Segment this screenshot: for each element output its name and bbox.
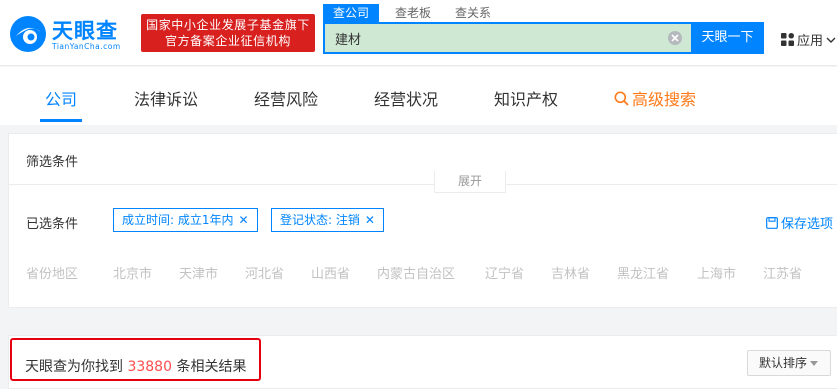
gov-badge-line2: 官方备案企业征信机构 [164, 34, 291, 48]
apps-grid-icon [781, 33, 794, 46]
search-input[interactable] [325, 24, 693, 52]
gov-badge-line1: 国家中小企业发展子基金旗下 [146, 18, 310, 32]
region-option[interactable]: 山西省 [311, 263, 350, 282]
region-option[interactable]: 辽宁省 [485, 263, 524, 282]
filter-panel: 筛选条件 已选条件 成立时间: 成立1年内 ✕ 登记状态: 注销 ✕ 保存选项 省份… [8, 133, 837, 308]
close-icon[interactable]: ✕ [239, 213, 249, 227]
expand-button[interactable]: 展开 [434, 171, 506, 193]
region-option[interactable]: 江苏省 [763, 263, 802, 282]
save-options-label: 保存选项 [781, 217, 834, 232]
close-icon[interactable]: ✕ [365, 213, 375, 227]
search-button[interactable]: 天眼一下 [691, 22, 764, 54]
category-nav: 公司 法律诉讼 经营风险 经营状况 知识产权 高级搜索 [0, 67, 837, 125]
clear-icon[interactable] [668, 31, 682, 45]
search-icon [614, 91, 629, 106]
region-option[interactable]: 上海市 [697, 263, 736, 282]
region-option[interactable]: 内蒙古自治区 [377, 263, 455, 282]
nav-advanced-search[interactable]: 高级搜索 [614, 86, 696, 110]
region-option[interactable]: 北京市 [113, 263, 152, 282]
region-option[interactable]: 河北省 [245, 263, 284, 282]
tab-relation[interactable]: 查关系 [447, 4, 499, 22]
advanced-search-label: 高级搜索 [632, 90, 697, 109]
chosen-conditions-label: 已选条件 [26, 217, 79, 232]
apps-menu[interactable]: 应用 [781, 30, 836, 49]
tab-boss[interactable]: 查老板 [387, 4, 439, 22]
sort-dropdown[interactable]: 默认排序 [747, 350, 831, 376]
nav-ip[interactable]: 知识产权 [494, 86, 558, 110]
search-tabs: 查公司 查老板 查关系 [323, 4, 507, 22]
nav-company[interactable]: 公司 [45, 86, 77, 110]
save-icon [766, 216, 778, 229]
filter-chip-founding-time[interactable]: 成立时间: 成立1年内 ✕ [113, 208, 258, 232]
save-options-link[interactable]: 保存选项 [766, 213, 833, 232]
caret-down-icon [810, 361, 819, 366]
nav-active-underline [40, 119, 82, 122]
highlight-frame [10, 338, 261, 381]
region-option[interactable]: 天津市 [179, 263, 218, 282]
apps-label: 应用 [797, 34, 824, 49]
top-bar: 天眼查 TianYanCha.com 国家中小企业发展子基金旗下 官方备案企业征… [0, 0, 837, 66]
nav-litigation[interactable]: 法律诉讼 [134, 86, 198, 110]
filter-chip-registration-status[interactable]: 登记状态: 注销 ✕ [271, 208, 384, 232]
search-box: 天眼一下 [323, 22, 764, 54]
chip-label: 登记状态: 注销 [280, 213, 360, 227]
logo-text: 天眼查 [52, 19, 118, 43]
logo-domain: TianYanCha.com [52, 42, 121, 51]
logo[interactable]: 天眼查 TianYanCha.com [8, 12, 136, 56]
tab-company[interactable]: 查公司 [323, 4, 380, 22]
sort-label: 默认排序 [759, 356, 808, 370]
gov-badge: 国家中小企业发展子基金旗下 官方备案企业征信机构 [141, 14, 315, 52]
region-label: 省份地区 [26, 267, 79, 282]
chip-label: 成立时间: 成立1年内 [122, 213, 234, 227]
logo-eye-icon [10, 16, 46, 52]
chevron-down-icon [826, 37, 836, 43]
nav-operations[interactable]: 经营状况 [374, 86, 438, 110]
nav-risk[interactable]: 经营风险 [254, 86, 318, 110]
filter-title: 筛选条件 [26, 155, 79, 170]
region-option[interactable]: 黑龙江省 [617, 263, 669, 282]
divider [9, 184, 837, 185]
region-option[interactable]: 吉林省 [551, 263, 590, 282]
